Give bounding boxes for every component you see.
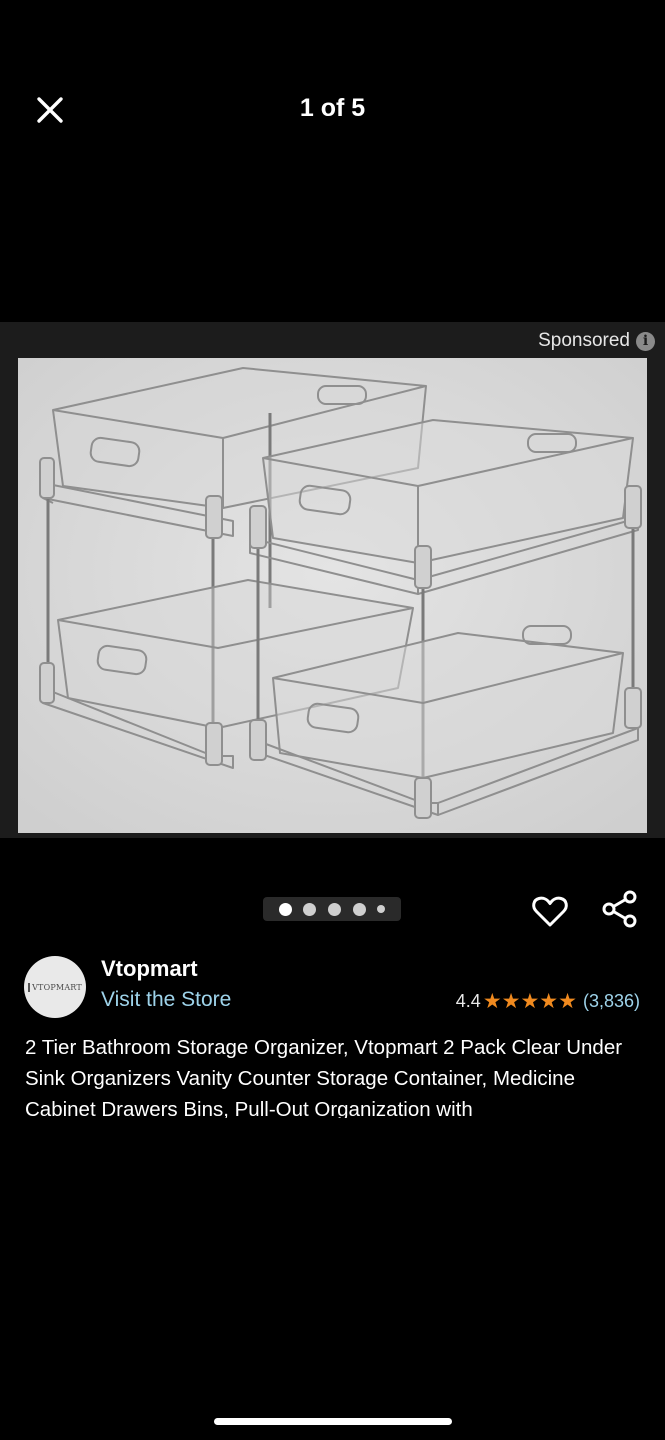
rating-summary[interactable]: 4.4 ★ ★ ★ ★ ★ (3,836) (456, 991, 640, 1012)
page-dot-1[interactable] (278, 902, 292, 916)
share-icon (602, 890, 637, 928)
product-title: 2 Tier Bathroom Storage Organizer, Vtopm… (25, 1036, 623, 1118)
star-icon: ★ (520, 989, 540, 1013)
carousel-page-indicator[interactable] (263, 897, 401, 921)
product-image[interactable] (18, 358, 647, 833)
rating-count-link[interactable]: (3,836) (583, 991, 640, 1012)
share-button[interactable] (600, 889, 640, 929)
product-image-viewer: 1 of 5 Sponsored i VTOPMART Vtopmart Vis… (0, 0, 665, 1440)
sponsored-text: Sponsored (538, 330, 630, 351)
visit-store-link[interactable]: Visit the Store (101, 988, 231, 1012)
page-dot-4[interactable] (352, 902, 366, 916)
brand-logo[interactable]: VTOPMART (24, 956, 86, 1018)
brand-name: Vtopmart (101, 956, 198, 981)
image-counter: 1 of 5 (299, 94, 366, 122)
heart-icon (532, 896, 568, 927)
sponsored-bar: Sponsored i (0, 322, 665, 358)
brand-logo-text: VTOPMART (28, 982, 82, 992)
favorite-button[interactable] (530, 891, 570, 931)
rating-value: 4.4 (455, 991, 481, 1011)
image-carousel[interactable] (0, 358, 665, 838)
info-icon: i (636, 331, 655, 351)
star-icon: ★ (501, 989, 521, 1013)
star-icon: ★ (539, 989, 559, 1013)
page-dot-3[interactable] (327, 902, 341, 916)
home-indicator[interactable] (214, 1418, 452, 1425)
star-icon: ★ (558, 989, 577, 1013)
star-rating: ★ ★ ★ ★ ★ (482, 989, 577, 1013)
organizer-illustration (18, 358, 647, 833)
product-title-container: 2 Tier Bathroom Storage Organizer, Vtopm… (25, 1032, 645, 1118)
star-icon: ★ (482, 989, 502, 1013)
page-dot-5[interactable] (377, 905, 386, 913)
page-dot-2[interactable] (303, 902, 317, 916)
sponsored-label[interactable]: Sponsored i (538, 330, 655, 352)
